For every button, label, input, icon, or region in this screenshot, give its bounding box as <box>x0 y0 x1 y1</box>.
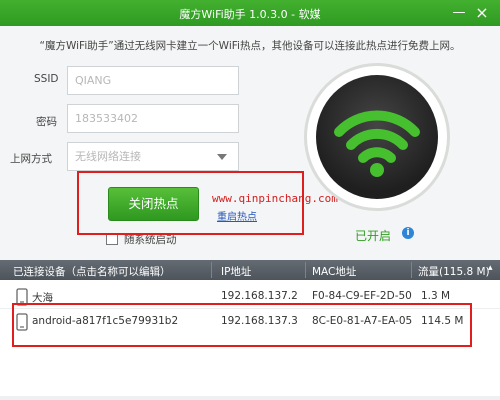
info-icon[interactable]: i <box>402 227 414 239</box>
device-mac: 8C-E0-81-A7-EA-05 <box>312 315 413 327</box>
column-header-ip[interactable]: IP地址 <box>221 264 251 279</box>
title-bar: 魔方WiFi助手 1.0.3.0 - 软媒 — × <box>0 0 500 26</box>
device-ip: 192.168.137.3 <box>221 315 298 327</box>
status-dial <box>316 75 438 199</box>
phone-icon <box>16 313 28 331</box>
device-traffic: 114.5 M <box>421 315 464 327</box>
device-traffic: 1.3 M <box>421 290 451 302</box>
close-button[interactable]: × <box>472 3 492 23</box>
scroll-button-icon[interactable]: ▴ <box>488 263 497 277</box>
network-mode-select[interactable]: 无线网络连接 <box>67 142 239 171</box>
window-title: 魔方WiFi助手 1.0.3.0 - 软媒 <box>179 8 321 21</box>
network-mode-label: 上网方式 <box>10 153 52 165</box>
wifi-icon <box>334 110 420 177</box>
column-divider[interactable] <box>305 262 306 278</box>
window-bottom-edge <box>0 396 500 400</box>
column-divider[interactable] <box>411 262 412 278</box>
device-name[interactable]: 大海 <box>32 290 53 305</box>
device-ip: 192.168.137.2 <box>221 290 298 302</box>
hotspot-status-text: 已开启 <box>355 229 392 243</box>
device-name[interactable]: android-a817f1c5e79931b2 <box>32 315 178 327</box>
restart-hotspot-link[interactable]: 重启热点 <box>217 208 257 223</box>
column-divider[interactable] <box>211 262 212 278</box>
network-mode-value: 无线网络连接 <box>75 150 141 163</box>
close-hotspot-button[interactable]: 关闭热点 <box>108 187 199 221</box>
autostart-checkbox[interactable] <box>106 233 118 245</box>
chevron-down-icon[interactable] <box>217 154 227 160</box>
device-mac: F0-84-C9-EF-2D-50 <box>312 290 412 302</box>
column-header-device[interactable]: 已连接设备（点击名称可以编辑） <box>13 264 171 279</box>
device-table-header: 已连接设备（点击名称可以编辑） IP地址 MAC地址 流量(115.8 M) ▴ <box>0 260 500 280</box>
autostart-label: 随系统启动 <box>124 234 177 246</box>
column-header-mac[interactable]: MAC地址 <box>312 264 356 279</box>
minimize-button[interactable]: — <box>449 3 469 23</box>
phone-icon <box>16 288 28 306</box>
table-row[interactable]: android-a817f1c5e79931b2 192.168.137.3 8… <box>0 309 500 335</box>
column-header-traffic[interactable]: 流量(115.8 M) <box>418 264 490 279</box>
hotspot-status-indicator <box>304 63 450 211</box>
password-field[interactable]: 183533402 <box>67 104 239 133</box>
ssid-field[interactable]: QIANG <box>67 66 239 95</box>
app-description: “魔方WiFi助手”通过无线网卡建立一个WiFi热点，其他设备可以连接此热点进行… <box>39 40 461 52</box>
table-row[interactable]: 大海 192.168.137.2 F0-84-C9-EF-2D-50 1.3 M <box>0 284 500 310</box>
